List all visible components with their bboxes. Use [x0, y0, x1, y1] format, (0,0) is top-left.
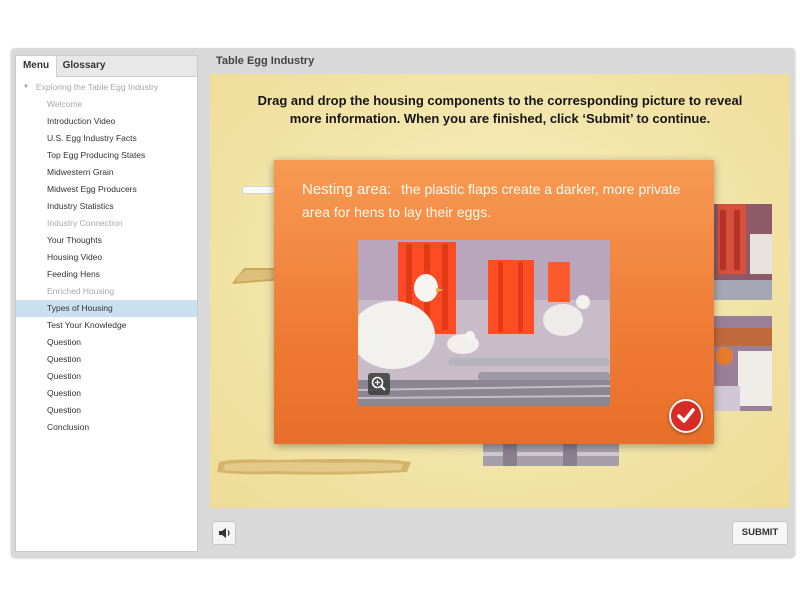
sidebar-item[interactable]: U.S. Egg Industry Facts	[16, 130, 197, 147]
drop-target-nest[interactable]	[710, 204, 772, 300]
sidebar-item[interactable]: Types of Housing	[16, 300, 197, 317]
tab-glossary[interactable]: Glossary	[59, 56, 109, 76]
sidebar-item[interactable]: Midwestern Grain	[16, 164, 197, 181]
instruction-text: Drag and drop the housing components to …	[257, 93, 743, 126]
drop-target-floor[interactable]	[483, 444, 619, 466]
sidebar-item[interactable]: Industry Statistics	[16, 198, 197, 215]
submit-button[interactable]: SUBMIT	[732, 521, 788, 545]
page-title: Table Egg Industry	[216, 55, 315, 67]
menu-section-exploring[interactable]: ▼ Exploring the Table Egg Industry	[16, 79, 197, 96]
sidebar-item[interactable]: Question	[16, 334, 197, 351]
sidebar-item[interactable]: Industry Connection	[16, 215, 197, 232]
sidebar-item[interactable]: Question	[16, 385, 197, 402]
checkmark-icon[interactable]	[669, 399, 703, 433]
sidebar-item[interactable]: Housing Video	[16, 249, 197, 266]
draggable-litter-area[interactable]	[215, 456, 413, 476]
menu-section-label: Exploring the Table Egg Industry	[36, 82, 159, 92]
sidebar-item[interactable]: Conclusion	[16, 419, 197, 436]
popup-term: Nesting area:	[302, 181, 392, 198]
zoom-in-icon[interactable]	[368, 373, 390, 395]
menu-list: ▼ Exploring the Table Egg Industry Welco…	[16, 79, 197, 436]
popup-text: Nesting area: the plastic flaps create a…	[302, 178, 702, 223]
sidebar-item[interactable]: Your Thoughts	[16, 232, 197, 249]
tab-menu[interactable]: Menu	[16, 56, 57, 77]
sidebar-item[interactable]: Question	[16, 368, 197, 385]
sidebar: Menu Glossary ▼ Exploring the Table Egg …	[15, 55, 198, 552]
sidebar-item[interactable]: Enriched Housing	[16, 283, 197, 300]
drop-target-perch[interactable]	[710, 316, 772, 411]
sidebar-item[interactable]: Introduction Video	[16, 113, 197, 130]
draggable-perch[interactable]	[242, 186, 276, 194]
sidebar-item[interactable]: Top Egg Producing States	[16, 147, 197, 164]
sidebar-item[interactable]: Feeding Hens	[16, 266, 197, 283]
sidebar-item[interactable]: Question	[16, 402, 197, 419]
sidebar-item[interactable]: Welcome	[16, 96, 197, 113]
sidebar-item[interactable]: Question	[16, 351, 197, 368]
sidebar-item[interactable]: Midwest Egg Producers	[16, 181, 197, 198]
info-popup: Nesting area: the plastic flaps create a…	[274, 160, 714, 444]
sidebar-tabs: Menu Glossary	[16, 56, 197, 77]
sidebar-item[interactable]: Test Your Knowledge	[16, 317, 197, 334]
speaker-icon[interactable]	[212, 521, 236, 545]
caret-down-icon: ▼	[23, 84, 29, 90]
nesting-area-photo	[358, 240, 610, 406]
